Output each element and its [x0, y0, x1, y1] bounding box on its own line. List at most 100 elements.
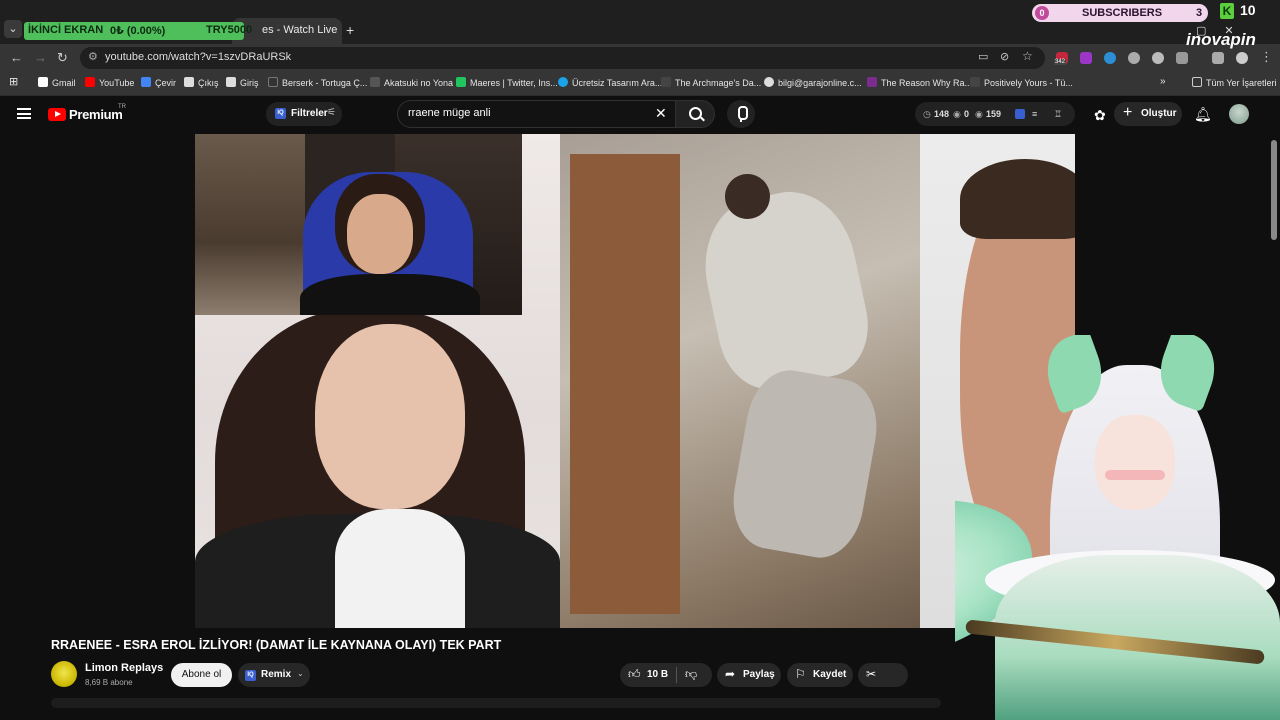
balance-label: 0₺ (0.00%): [110, 25, 166, 37]
extension-gear-icon[interactable]: ✿: [1094, 107, 1106, 124]
bookmark-item[interactable]: Maeres | Twitter, Ins...: [456, 77, 558, 88]
bookmark-item[interactable]: Çevir: [141, 77, 176, 88]
share-label: Paylaş: [743, 669, 775, 680]
list-icon: ≡: [1032, 109, 1038, 119]
scene-shape: [570, 154, 680, 614]
extension-badge-icon: IQ: [275, 108, 286, 119]
tab-title: es - Watch Live on: [262, 24, 340, 36]
scene-shape: [195, 134, 305, 315]
sponsor-logo: inovapin: [1186, 30, 1256, 49]
extension-icon[interactable]: [1104, 52, 1116, 64]
menu-icon[interactable]: [17, 108, 31, 119]
create-button[interactable]: + Oluştur: [1114, 102, 1182, 126]
bookmark-item[interactable]: YouTube: [85, 77, 134, 88]
extension-stats[interactable]: ◷ 148 ◉ 0 ◉ 159 ≡ ♖: [915, 102, 1075, 126]
bookmark-item[interactable]: Giriş: [226, 77, 259, 88]
bookmark-item[interactable]: Positively Yours - Tü...: [970, 77, 1073, 88]
url-text: youtube.com/watch?v=1szvDRaURSk: [105, 51, 292, 63]
address-toolbar: ← → ↻ ⚙ youtube.com/watch?v=1szvDRaURSk …: [0, 44, 1280, 72]
bookmarks-bar: ⊞ Gmail YouTube Çevir Çıkış Giriş Berser…: [0, 72, 1280, 96]
reload-icon[interactable]: ↻: [57, 50, 68, 66]
youtube-premium-label[interactable]: Premium: [69, 107, 123, 122]
apps-icon[interactable]: ⊞: [9, 75, 18, 88]
video-title: RRAENEE - ESRA EROL İZLİYOR! (DAMAT İLE …: [51, 638, 502, 652]
bookmark-item[interactable]: bilgi@garajonline.c...: [764, 77, 862, 88]
more-actions-button[interactable]: ✂: [858, 663, 908, 687]
share-button[interactable]: ➦ Paylaş: [717, 663, 781, 687]
puzzle-icon[interactable]: [1176, 52, 1188, 64]
like-button[interactable]: 👍︎: [628, 667, 641, 682]
vtuber-avatar-overlay: [955, 335, 1280, 720]
stat-value: 148: [934, 109, 950, 119]
cast-icon[interactable]: ▭: [978, 50, 988, 63]
bookmark-item[interactable]: Ücretsiz Tasarım Ara...: [558, 77, 662, 88]
avatar[interactable]: [1229, 104, 1249, 124]
goal-label: TRY5000: [206, 24, 253, 36]
youtube-header: Premium TR IQ Filtreler ⚟ ✕ ◷ 148 ◉ 0 ◉ …: [0, 96, 1280, 134]
tab-search-button[interactable]: ⌄: [4, 20, 22, 38]
save-label: Kaydet: [813, 669, 847, 680]
screen-label: İKİNCİ EKRAN: [28, 24, 104, 36]
scene-shape: [691, 180, 879, 398]
eye-icon: ◉: [975, 109, 983, 119]
extension-badge-icon: [1015, 109, 1025, 119]
filters-label: Filtreler: [291, 108, 328, 119]
profile-icon[interactable]: [1236, 52, 1248, 64]
like-count: 10 B: [647, 669, 669, 680]
search-button[interactable]: [675, 100, 715, 128]
scene-shape: [725, 174, 770, 219]
all-bookmarks[interactable]: Tüm Yer İşaretleri: [1192, 77, 1277, 88]
remix-button[interactable]: IQ Remix ⌄: [238, 663, 310, 687]
share-icon: ➦: [725, 667, 736, 681]
donation-goal-overlay: İKİNCİ EKRAN 0₺ (0.00%) TRY5000: [24, 22, 252, 40]
bookmark-item[interactable]: The Reason Why Ra...: [867, 77, 972, 88]
eye-icon: ◉: [953, 109, 961, 119]
bookmark-item[interactable]: Berserk - Tortuga Ç...: [268, 77, 367, 88]
notifications-bell-icon[interactable]: 🔔︎: [1194, 106, 1212, 123]
extension-badge-icon: IQ: [245, 670, 256, 681]
stat-value: 159: [986, 109, 1002, 119]
bookmark-star-icon[interactable]: ☆: [1022, 49, 1033, 63]
back-icon[interactable]: ←: [10, 50, 23, 65]
page-scrollbar[interactable]: [1271, 140, 1277, 240]
filters-button[interactable]: IQ Filtreler ⚟: [266, 102, 342, 126]
scene-shape: [315, 324, 465, 509]
more-bookmarks-icon[interactable]: »: [1160, 76, 1166, 87]
bookmark-item[interactable]: Akatsuki no Yona: [370, 77, 453, 88]
clear-search-icon[interactable]: ✕: [655, 105, 667, 122]
extension-icon[interactable]: [1128, 52, 1140, 64]
scene-shape: [1105, 470, 1165, 480]
bookmark-icon: ⚐: [795, 667, 806, 681]
cloud-icon[interactable]: [1152, 52, 1164, 64]
browser-tab-strip: ⌄ es - Watch Live on + İKİNCİ EKRAN 0₺ (…: [0, 0, 1280, 44]
search-input[interactable]: [408, 107, 648, 119]
search-box[interactable]: [397, 100, 675, 128]
channel-name[interactable]: Limon Replays: [85, 662, 163, 674]
bookmark-item[interactable]: Çıkış: [184, 77, 219, 88]
stat-value: 0: [964, 109, 970, 119]
create-label: Oluştur: [1141, 108, 1177, 119]
bookmark-item[interactable]: Gmail: [38, 77, 76, 88]
subscribe-button[interactable]: Abone ol: [171, 663, 232, 687]
subs-left-count: 0: [1035, 6, 1049, 20]
trophy-icon: ♖: [1054, 109, 1063, 119]
new-tab-button[interactable]: +: [346, 22, 354, 38]
voice-search-button[interactable]: [727, 100, 755, 128]
dislike-button[interactable]: 👎︎: [685, 667, 697, 682]
address-bar[interactable]: ⚙ youtube.com/watch?v=1szvDRaURSk ▭ ⊘ ☆: [80, 47, 1045, 69]
reading-list-icon[interactable]: [1212, 52, 1224, 64]
plus-icon: +: [1123, 104, 1133, 121]
extension-icon[interactable]: [1080, 52, 1092, 64]
eye-off-icon[interactable]: ⊘: [1000, 50, 1009, 63]
menu-dots-icon[interactable]: ⋮: [1260, 49, 1273, 65]
subs-label: SUBSCRIBERS: [1082, 7, 1163, 19]
video-frame-center: [560, 134, 920, 628]
save-button[interactable]: ⚐ Kaydet: [787, 663, 853, 687]
channel-avatar[interactable]: [51, 661, 77, 687]
forward-icon[interactable]: →: [34, 50, 47, 65]
site-info-icon[interactable]: ⚙: [88, 50, 98, 63]
country-code: TR: [118, 104, 126, 110]
description-box[interactable]: [51, 698, 941, 708]
bookmark-item[interactable]: The Archmage's Da...: [661, 77, 761, 88]
youtube-logo-icon[interactable]: [48, 108, 66, 121]
